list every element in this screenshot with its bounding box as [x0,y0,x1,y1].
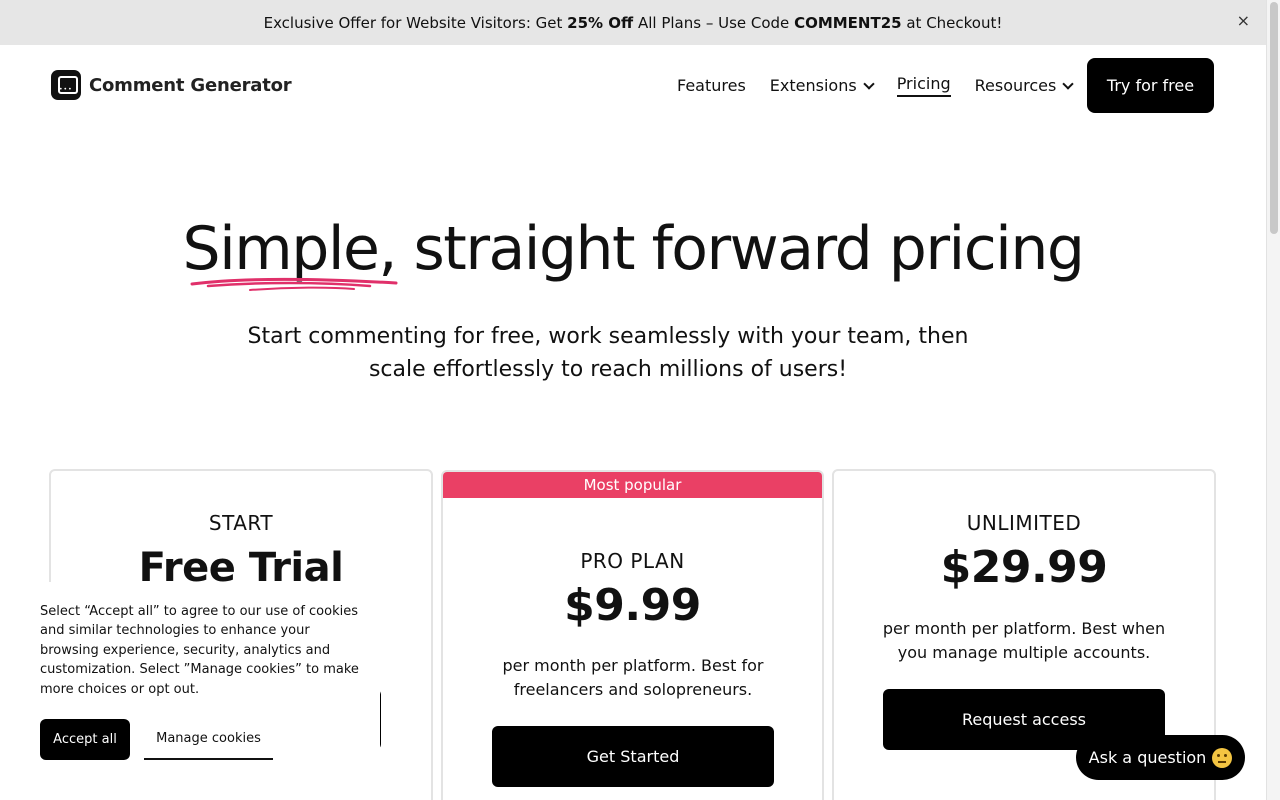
page-scrollbar[interactable] [1266,0,1280,800]
cookie-text: Select “Accept all” to agree to our use … [40,604,359,697]
chevron-down-icon [1062,77,1075,90]
nav-item-pricing[interactable]: Pricing [896,74,951,97]
plan-name: UNLIMITED [966,511,1082,535]
get-started-button[interactable]: Get Started [492,726,774,787]
chevron-down-icon [863,77,875,90]
plan-name: PRO PLAN [580,549,685,573]
most-popular-badge: Most popular [443,472,822,498]
plan-card-pro: Most popular PRO PLAN $9.99 per month pe… [441,470,824,800]
plan-description: per month per platform. Best when you ma… [882,619,1166,662]
main-nav: Features Extensions Pricing Resources [677,74,1096,97]
page-subtitle: Start commenting for free, work seamless… [247,324,969,382]
announcement-text: Exclusive Offer for Website Visitors: Ge… [263,13,1003,32]
announcement-bar: Exclusive Offer for Website Visitors: Ge… [0,0,1266,45]
plan-name: START [208,511,274,535]
plan-price: $9.99 [564,580,701,631]
accept-all-button[interactable]: Accept all [40,719,130,760]
underline-squiggle [190,277,398,291]
cookie-banner: Select “Accept all” to agree to our use … [12,582,380,800]
plan-description: per month per platform. Best for freelan… [502,656,764,699]
nav-item-extensions[interactable]: Extensions [770,76,875,95]
brand-logo[interactable]: Comment Generator [51,70,292,100]
scrollbar-thumb[interactable] [1270,2,1278,234]
comment-generator-logo-icon [51,70,81,100]
manage-cookies-button[interactable]: Manage cookies [144,719,273,760]
nav-item-resources[interactable]: Resources [975,76,1075,95]
close-icon[interactable]: × [1237,11,1250,31]
try-for-free-button[interactable]: Try for free [1087,58,1214,113]
thinking-face-icon [1212,747,1233,768]
nav-item-features[interactable]: Features [677,76,746,95]
ask-question-button[interactable]: Ask a question [1076,735,1245,780]
brand-name: Comment Generator [89,74,292,96]
plan-price: $29.99 [940,542,1108,593]
